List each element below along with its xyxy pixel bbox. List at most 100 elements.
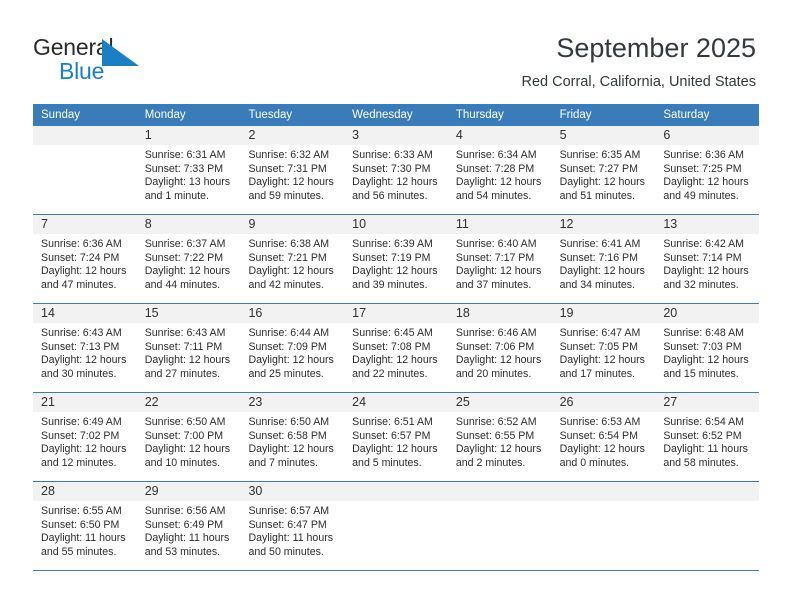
day-detail-line: Sunset: 6:55 PM [455, 429, 535, 442]
day-detail-line: Sunrise: 6:55 AM [41, 505, 122, 517]
day-detail-line: Daylight: 12 hours [248, 176, 334, 189]
day-number: 14 [33, 304, 137, 323]
calendar-day-cell[interactable]: 24 Sunrise: 6:51 AM Sunset: 6:57 PM Dayligh… [344, 393, 448, 481]
day-detail-line: Sunset: 7:24 PM [41, 251, 120, 264]
day-detail-line: Sunrise: 6:51 AM [352, 416, 433, 428]
day-number: 12 [551, 215, 656, 234]
calendar-day-cell[interactable]: 18 Sunrise: 6:46 AM Sunset: 7:06 PM Dayligh… [447, 304, 552, 392]
day-details [448, 501, 552, 505]
day-detail-line: Daylight: 11 hours [663, 443, 748, 456]
day-number: 3 [344, 126, 448, 145]
calendar-day-cell[interactable]: 17 Sunrise: 6:45 AM Sunset: 7:08 PM Dayligh… [344, 304, 448, 392]
calendar-day-cell[interactable]: 6 Sunrise: 6:36 AM Sunset: 7:25 PM Daylight… [655, 126, 760, 214]
day-details: Sunrise: 6:53 AM Sunset: 6:54 PM Daylight:… [552, 412, 656, 470]
calendar-day-cell[interactable]: 30 Sunrise: 6:57 AM Sunset: 6:47 PM Dayligh… [240, 482, 345, 570]
day-detail-line: Daylight: 12 hours [144, 443, 231, 456]
calendar-day-cell[interactable]: 4 Sunrise: 6:34 AM Sunset: 7:28 PM Daylight… [447, 126, 552, 214]
day-detail-line: Sunset: 7:14 PM [663, 251, 742, 264]
calendar-day-cell[interactable]: 29 Sunrise: 6:56 AM Sunset: 6:49 PM Dayligh… [136, 482, 241, 570]
day-details: Sunrise: 6:32 AM Sunset: 7:31 PM Daylight:… [240, 145, 344, 203]
calendar-day-cell[interactable]: 13 Sunrise: 6:42 AM Sunset: 7:14 PM Dayligh… [655, 215, 760, 303]
day-number: 16 [240, 304, 345, 323]
day-detail-line: Daylight: 12 hours [559, 176, 645, 189]
day-detail-line: Daylight: 12 hours [663, 354, 749, 367]
calendar-day-empty [33, 126, 137, 214]
day-details: Sunrise: 6:54 AM Sunset: 6:52 PM Daylight:… [655, 412, 759, 470]
calendar-day-cell[interactable]: 19 Sunrise: 6:47 AM Sunset: 7:05 PM Dayligh… [551, 304, 656, 392]
calendar-day-cell[interactable]: 16 Sunrise: 6:44 AM Sunset: 7:09 PM Dayligh… [240, 304, 345, 392]
weekday-header-row: Sunday Monday Tuesday Wednesday Thursday Frid… [33, 104, 759, 126]
day-detail-line: Sunset: 7:17 PM [455, 251, 535, 264]
day-detail-line: Sunset: 7:25 PM [663, 162, 742, 175]
day-details: Sunrise: 6:38 AM Sunset: 7:21 PM Daylight:… [240, 234, 344, 292]
calendar-day-cell[interactable]: 21 Sunrise: 6:49 AM Sunset: 7:02 PM Dayligh… [33, 393, 137, 481]
calendar-day-cell[interactable]: 23 Sunrise: 6:50 AM Sunset: 6:58 PM Dayligh… [240, 393, 345, 481]
day-detail-line: Sunrise: 6:49 AM [41, 416, 122, 428]
day-detail-line: Sunset: 7:05 PM [559, 340, 638, 353]
day-detail-line: and 2 minutes. [455, 456, 526, 469]
calendar-day-cell[interactable]: 15 Sunrise: 6:43 AM Sunset: 7:11 PM Dayligh… [136, 304, 241, 392]
calendar-day-cell[interactable]: 28 Sunrise: 6:55 AM Sunset: 6:50 PM Dayligh… [33, 482, 137, 570]
calendar-day-cell[interactable]: 12 Sunrise: 6:41 AM Sunset: 7:16 PM Dayligh… [551, 215, 656, 303]
day-number: 23 [240, 393, 345, 412]
day-detail-line: Sunrise: 6:41 AM [559, 238, 641, 250]
day-detail-line: Sunrise: 6:44 AM [248, 327, 330, 339]
day-detail-line: Sunrise: 6:38 AM [248, 238, 330, 250]
day-number: 15 [136, 304, 241, 323]
day-detail-line: Sunrise: 6:54 AM [663, 416, 744, 428]
brand-logo[interactable]: General Blue [33, 34, 213, 86]
day-number: 10 [344, 215, 448, 234]
day-detail-line: Sunrise: 6:47 AM [559, 327, 641, 339]
day-details: Sunrise: 6:43 AM Sunset: 7:11 PM Daylight:… [137, 323, 241, 381]
day-detail-line: and 59 minutes. [248, 189, 324, 202]
calendar-week-row: 7 Sunrise: 6:36 AM Sunset: 7:24 PM Daylight… [33, 215, 760, 304]
day-number: 29 [136, 482, 241, 501]
weekday-header-saturday: Saturday [663, 109, 710, 121]
day-details: Sunrise: 6:56 AM Sunset: 6:49 PM Daylight:… [137, 501, 241, 559]
calendar-day-cell[interactable]: 7 Sunrise: 6:36 AM Sunset: 7:24 PM Daylight… [33, 215, 137, 303]
calendar-day-cell[interactable]: 1 Sunrise: 6:31 AM Sunset: 7:33 PM Daylight… [136, 126, 241, 214]
calendar-day-cell[interactable]: 22 Sunrise: 6:50 AM Sunset: 7:00 PM Dayligh… [136, 393, 241, 481]
calendar-day-cell[interactable]: 26 Sunrise: 6:53 AM Sunset: 6:54 PM Dayligh… [551, 393, 656, 481]
day-detail-line: Sunrise: 6:56 AM [144, 505, 226, 517]
day-detail-line: and 37 minutes. [455, 278, 532, 291]
weekday-header-wednesday: Wednesday [352, 109, 413, 121]
calendar-day-cell[interactable]: 25 Sunrise: 6:52 AM Sunset: 6:55 PM Dayligh… [447, 393, 552, 481]
day-detail-line: Sunrise: 6:37 AM [144, 238, 226, 250]
day-number: 1 [136, 126, 241, 145]
day-detail-line: and 30 minutes. [41, 367, 117, 380]
day-details: Sunrise: 6:49 AM Sunset: 7:02 PM Daylight:… [33, 412, 137, 470]
day-details: Sunrise: 6:41 AM Sunset: 7:16 PM Daylight:… [552, 234, 656, 292]
calendar-day-cell[interactable]: 3 Sunrise: 6:33 AM Sunset: 7:30 PM Daylight… [344, 126, 448, 214]
day-number: 13 [655, 215, 760, 234]
day-number: 5 [551, 126, 656, 145]
calendar-day-cell[interactable]: 14 Sunrise: 6:43 AM Sunset: 7:13 PM Dayligh… [33, 304, 137, 392]
calendar-day-cell[interactable]: 8 Sunrise: 6:37 AM Sunset: 7:22 PM Daylight… [136, 215, 241, 303]
day-details [33, 145, 137, 149]
day-details: Sunrise: 6:42 AM Sunset: 7:14 PM Daylight:… [655, 234, 759, 292]
day-details: Sunrise: 6:46 AM Sunset: 7:06 PM Daylight:… [448, 323, 552, 381]
calendar-day-cell[interactable]: 5 Sunrise: 6:35 AM Sunset: 7:27 PM Daylight… [551, 126, 656, 214]
day-detail-line: and 25 minutes. [248, 367, 324, 380]
day-detail-line: Sunset: 7:09 PM [248, 340, 327, 353]
day-detail-line: and 53 minutes. [144, 545, 221, 558]
calendar-day-cell[interactable]: 11 Sunrise: 6:40 AM Sunset: 7:17 PM Dayligh… [447, 215, 552, 303]
day-detail-line: Daylight: 12 hours [559, 354, 645, 367]
day-detail-line: and 17 minutes. [559, 367, 635, 380]
day-number [33, 126, 137, 145]
day-detail-line: Sunrise: 6:43 AM [41, 327, 122, 339]
day-detail-line: Sunset: 7:21 PM [248, 251, 327, 264]
day-detail-line: Sunrise: 6:43 AM [144, 327, 226, 339]
day-details: Sunrise: 6:36 AM Sunset: 7:24 PM Daylight:… [33, 234, 137, 292]
day-detail-line: Daylight: 12 hours [352, 265, 438, 278]
calendar-day-cell[interactable]: 10 Sunrise: 6:39 AM Sunset: 7:19 PM Dayligh… [344, 215, 448, 303]
calendar-day-cell[interactable]: 20 Sunrise: 6:48 AM Sunset: 7:03 PM Dayligh… [655, 304, 760, 392]
calendar-day-cell[interactable]: 2 Sunrise: 6:32 AM Sunset: 7:31 PM Daylight… [240, 126, 345, 214]
calendar-day-cell[interactable]: 9 Sunrise: 6:38 AM Sunset: 7:21 PM Daylight… [240, 215, 345, 303]
day-detail-line: Sunset: 6:52 PM [663, 429, 742, 442]
day-detail-line: Daylight: 11 hours [144, 532, 230, 545]
day-details: Sunrise: 6:31 AM Sunset: 7:33 PM Daylight:… [137, 145, 241, 203]
day-details [552, 501, 656, 505]
calendar-day-cell[interactable]: 27 Sunrise: 6:54 AM Sunset: 6:52 PM Dayligh… [655, 393, 760, 481]
day-detail-line: Sunset: 6:50 PM [41, 518, 120, 531]
